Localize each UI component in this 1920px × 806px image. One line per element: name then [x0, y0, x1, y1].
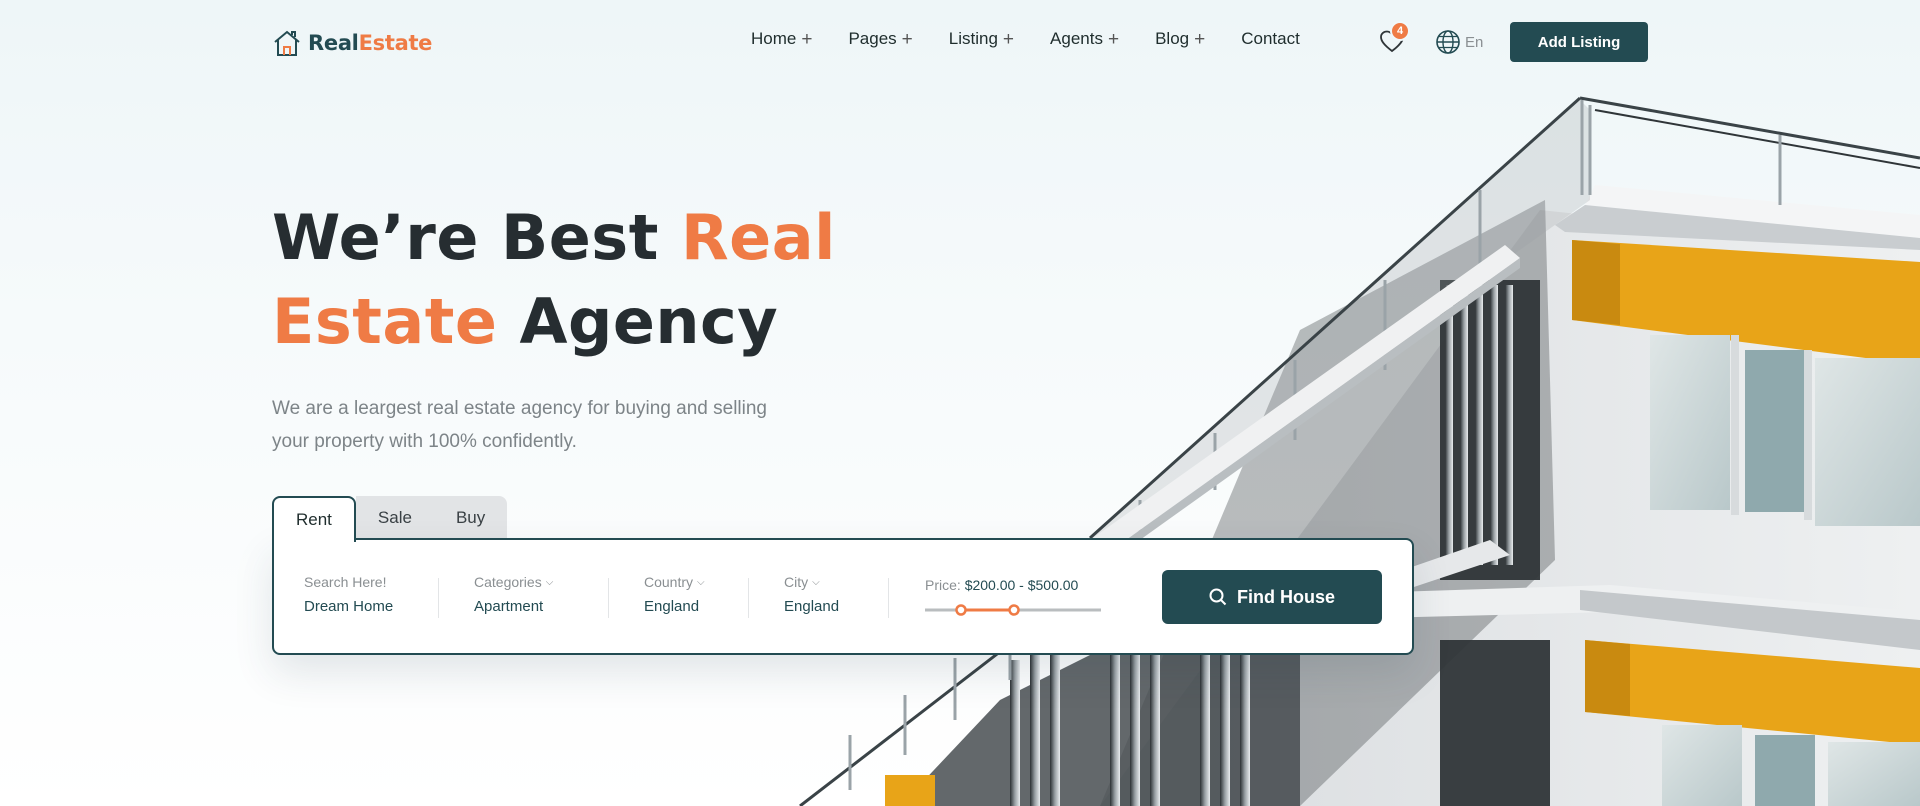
field-divider: [888, 578, 889, 618]
plus-icon: +: [901, 28, 913, 50]
field-divider: [438, 578, 439, 618]
add-listing-button[interactable]: Add Listing: [1510, 22, 1648, 62]
price-min-handle[interactable]: [955, 604, 967, 616]
site-header: RealEstate Home + Pages + Listing + Agents +…: [0, 0, 1920, 84]
price-range-value: $200.00 - $500.00: [964, 577, 1079, 593]
keyword-value: Dream Home: [304, 598, 394, 615]
chevron-down-icon: ⌵: [697, 576, 705, 588]
plus-icon: +: [1194, 28, 1206, 50]
hero-title: We’re Best Real Estate Agency: [272, 196, 892, 364]
category-label: Categories: [474, 574, 542, 590]
city-label: City: [784, 574, 809, 590]
keyword-label: Search Here!: [304, 574, 387, 590]
field-divider: [608, 578, 609, 618]
main-nav: Home + Pages + Listing + Agents + Blog + Cont…: [751, 29, 1300, 49]
nav-item-listing[interactable]: Listing +: [949, 29, 1014, 49]
city-value: England: [784, 598, 840, 615]
nav-item-pages[interactable]: Pages +: [848, 29, 912, 49]
search-icon: [1209, 588, 1227, 606]
property-search-card: Search Here! Dream Home Categories ⌵ Apar…: [272, 538, 1414, 655]
plus-icon: +: [801, 28, 813, 50]
price-label-text: Price:: [925, 577, 961, 593]
price-range-label: Price: $200.00 - $500.00: [925, 577, 1078, 593]
globe-icon: [1436, 30, 1460, 54]
house-logo-icon: [274, 30, 300, 56]
chevron-down-icon: ⌵: [545, 576, 554, 588]
brand-name: RealEstate: [308, 31, 432, 55]
hero-subtitle: We are a leargest real estate agency for…: [272, 398, 768, 452]
category-select[interactable]: Categories ⌵ Apartment: [474, 574, 553, 615]
country-select[interactable]: Country ⌵ England: [644, 574, 705, 615]
search-tabs: Rent Sale Buy: [272, 496, 508, 542]
nav-item-label: Listing: [948, 29, 998, 48]
tab-buy[interactable]: Buy: [433, 496, 508, 540]
nav-item-label: Blog: [1155, 29, 1190, 48]
chevron-down-icon: ⌵: [812, 576, 820, 588]
country-value: England: [644, 598, 700, 615]
hero-title-part2: Agency: [497, 285, 779, 358]
find-house-label: Find House: [1237, 586, 1335, 607]
language-selector[interactable]: En: [1435, 29, 1483, 55]
nav-item-label: Pages: [848, 29, 897, 48]
price-range-slider[interactable]: [925, 604, 1101, 616]
nav-item-agents[interactable]: Agents +: [1050, 29, 1119, 49]
category-value: Apartment: [474, 598, 544, 615]
wishlist-count-badge: 4: [1390, 21, 1410, 41]
nav-item-blog[interactable]: Blog +: [1155, 29, 1205, 49]
nav-item-label: Home: [751, 29, 797, 48]
language-label: En: [1465, 33, 1484, 51]
tab-rent[interactable]: Rent: [272, 496, 356, 542]
nav-item-label: Contact: [1241, 29, 1300, 48]
city-select[interactable]: City ⌵ England: [784, 574, 839, 615]
brand-name-part2: Estate: [358, 31, 433, 55]
keyword-search-field[interactable]: Search Here! Dream Home: [304, 574, 393, 615]
country-label: Country: [644, 574, 694, 590]
nav-item-home[interactable]: Home +: [751, 29, 812, 49]
brand-logo[interactable]: RealEstate: [272, 29, 432, 57]
brand-name-part1: Real: [308, 31, 359, 55]
plus-icon: +: [1002, 28, 1015, 50]
plus-icon: +: [1107, 28, 1120, 50]
nav-item-label: Agents: [1050, 29, 1103, 48]
hero-title-part1: We’re Best: [272, 201, 681, 274]
price-max-handle[interactable]: [1008, 604, 1020, 616]
nav-item-contact[interactable]: Contact: [1241, 29, 1300, 49]
find-house-button[interactable]: Find House: [1162, 570, 1382, 624]
field-divider: [748, 578, 749, 618]
tab-sale[interactable]: Sale: [355, 496, 434, 540]
